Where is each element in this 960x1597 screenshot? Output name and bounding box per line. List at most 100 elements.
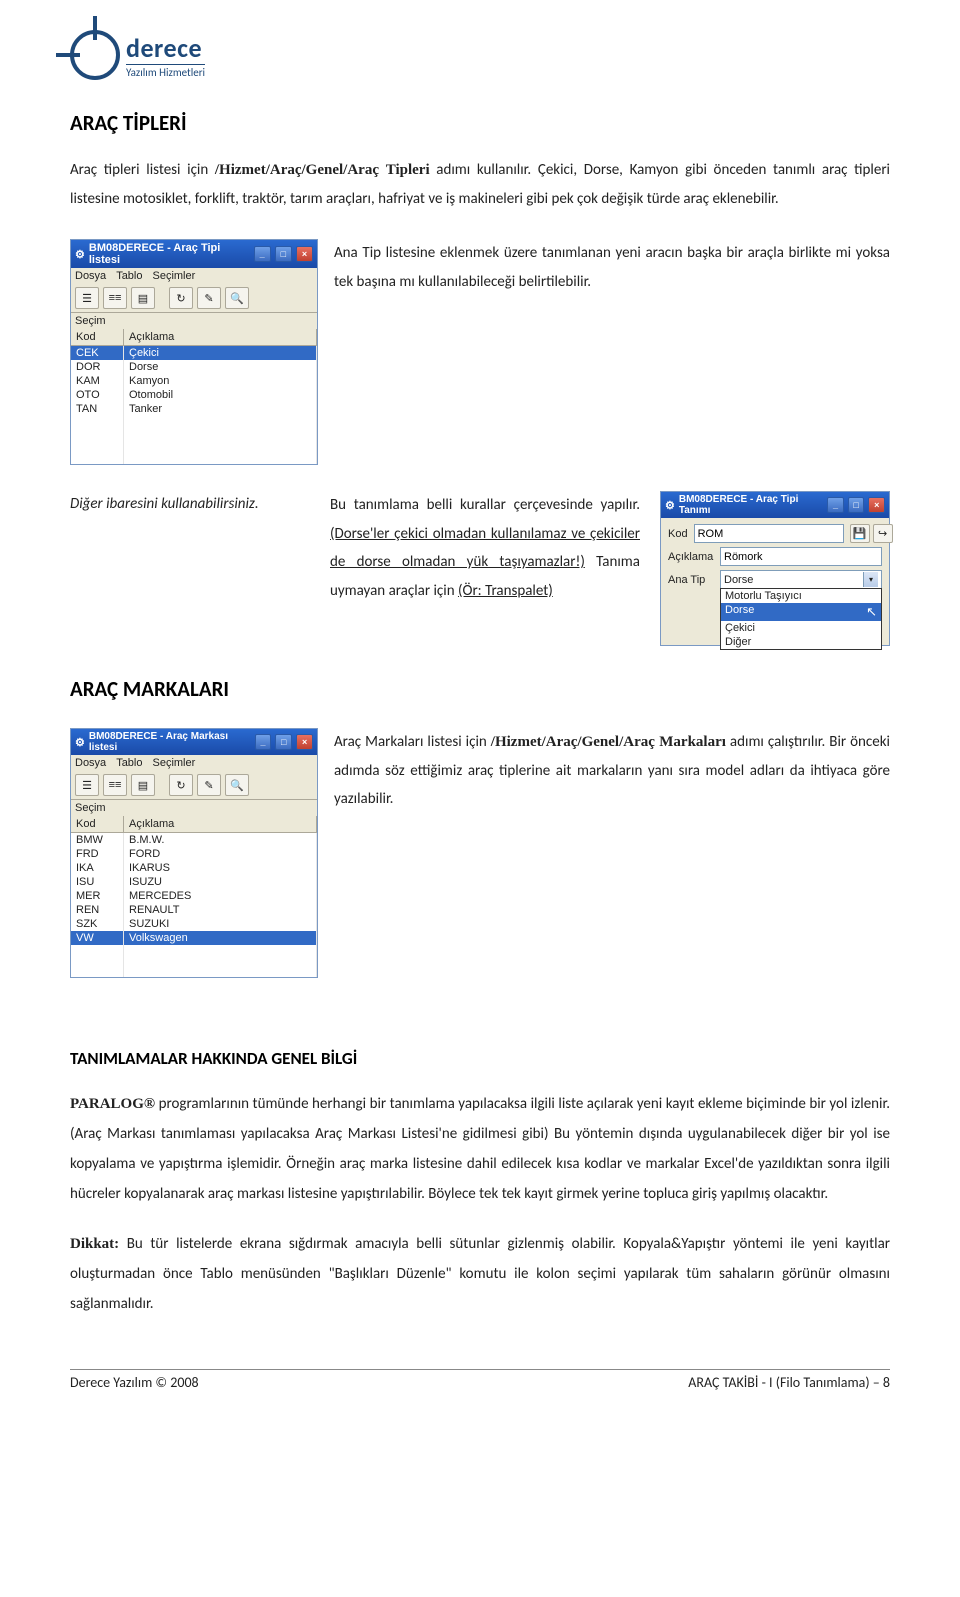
path-arac-tipleri: /Hizmet/Araç/Genel/Araç Tipleri [215, 162, 430, 178]
table-row[interactable]: CEKÇekici [71, 346, 317, 361]
label-dikkat: Dikkat: [70, 1236, 119, 1252]
tool-refresh-icon[interactable]: ↻ [169, 287, 193, 309]
table-row[interactable]: MERMERCEDES [71, 889, 317, 903]
titlebar[interactable]: ⚙ BM08DERECE - Araç Tipi Tanımı _ □ × [661, 492, 889, 518]
col-kod[interactable]: Kod [71, 329, 124, 346]
brand-paralog: PARALOG® [70, 1096, 155, 1112]
save-icon[interactable]: 💾 [850, 524, 870, 543]
para-ana-tip: Ana Tip listesine eklenmek üzere tanımla… [334, 239, 890, 296]
table-row-empty [71, 416, 317, 432]
caption-diger: Diğer ibaresini kullanabilirsiniz. [70, 495, 259, 513]
input-aciklama[interactable] [720, 547, 882, 566]
para-markalar: Araç Markaları listesi için /Hizmet/Araç… [334, 728, 890, 814]
table-row[interactable]: IKAIKARUS [71, 861, 317, 875]
menubar: Dosya Tablo Seçimler [71, 268, 317, 284]
dropdown-option-selected[interactable]: Dorse↖ [721, 603, 881, 621]
cursor-icon: ↖ [866, 604, 877, 620]
table-row[interactable]: KAMKamyon [71, 374, 317, 388]
app-icon: ⚙ [75, 248, 85, 261]
tool-note-icon[interactable]: ✎ [197, 774, 221, 796]
section-label: Seçim [71, 313, 317, 329]
dropdown-option[interactable]: Motorlu Taşıyıcı [721, 589, 881, 603]
table-row[interactable]: DORDorse [71, 360, 317, 374]
dropdown-option[interactable]: Diğer [721, 635, 881, 649]
close-button[interactable]: × [296, 734, 313, 750]
tool-cards-icon[interactable]: ▤ [131, 774, 155, 796]
minimize-button[interactable]: _ [827, 497, 844, 513]
menu-dosya[interactable]: Dosya [75, 757, 106, 769]
table-row-empty [71, 448, 317, 464]
table-row[interactable]: VWVolkswagen [71, 931, 317, 945]
para-tanimlama: Bu tanımlama belli kurallar çerçevesinde… [330, 491, 640, 605]
exit-icon[interactable]: ↪ [873, 524, 893, 543]
app-icon: ⚙ [75, 736, 85, 749]
heading-genel-bilgi: TANIMLAMALAR HAKKINDA GENEL BİLGİ [70, 1048, 890, 1069]
col-aciklama[interactable]: Açıklama [124, 816, 317, 833]
menu-dosya[interactable]: Dosya [75, 270, 106, 282]
chevron-down-icon[interactable]: ▾ [863, 572, 878, 587]
window-title: BM08DERECE - Araç Tipi Tanımı [679, 494, 819, 516]
table-row-empty [71, 961, 317, 977]
table-row[interactable]: SZKSUZUKI [71, 917, 317, 931]
titlebar[interactable]: ⚙ BM08DERECE - Araç Tipi listesi _ □ × [71, 240, 317, 268]
para-paralog: PARALOG® programlarının tümünde herhangi… [70, 1089, 890, 1209]
table-row-empty [71, 945, 317, 961]
maximize-button[interactable]: □ [275, 734, 292, 750]
menubar: Dosya Tablo Seçimler [71, 755, 317, 771]
minimize-button[interactable]: _ [254, 246, 271, 262]
window-arac-markasi-listesi: ⚙ BM08DERECE - Araç Markası listesi _ □ … [70, 728, 318, 978]
table-row[interactable]: TANTanker [71, 402, 317, 416]
close-button[interactable]: × [296, 246, 313, 262]
minimize-button[interactable]: _ [255, 734, 272, 750]
logo-brand: derece [126, 32, 205, 64]
tool-note-icon[interactable]: ✎ [197, 287, 221, 309]
path-arac-markalari: /Hizmet/Araç/Genel/Araç Markaları [491, 734, 726, 750]
tool-search-icon[interactable]: 🔍 [225, 287, 249, 309]
menu-secimler[interactable]: Seçimler [152, 270, 195, 282]
label-aciklama: Açıklama [668, 551, 714, 563]
tool-list-icon[interactable]: ≡≡ [103, 774, 127, 796]
tool-refresh-icon[interactable]: ↻ [169, 774, 193, 796]
heading-arac-tipleri: ARAÇ TİPLERİ [70, 110, 890, 136]
footer-left: Derece Yazılım © 2008 [70, 1374, 199, 1391]
menu-tablo[interactable]: Tablo [116, 270, 142, 282]
table-row[interactable]: OTOOtomobil [71, 388, 317, 402]
window-arac-tipi-listesi: ⚙ BM08DERECE - Araç Tipi listesi _ □ × D… [70, 239, 318, 465]
dropdown-option[interactable]: Çekici [721, 621, 881, 635]
dropdown-list: Motorlu Taşıyıcı Dorse↖ Çekici Diğer [720, 588, 882, 650]
tool-view-icon[interactable]: ☰ [75, 774, 99, 796]
data-table: KodAçıklama CEKÇekiciDORDorseKAMKamyonOT… [71, 329, 317, 464]
footer: Derece Yazılım © 2008 ARAÇ TAKİBİ - I (F… [70, 1369, 890, 1391]
tool-view-icon[interactable]: ☰ [75, 287, 99, 309]
logo-tagline: Yazılım Hizmetleri [126, 64, 205, 79]
menu-tablo[interactable]: Tablo [116, 757, 142, 769]
window-arac-tipi-tanimi: ⚙ BM08DERECE - Araç Tipi Tanımı _ □ × Ko… [660, 491, 890, 646]
logo: derece Yazılım Hizmetleri [70, 30, 890, 80]
table-row[interactable]: FRDFORD [71, 847, 317, 861]
maximize-button[interactable]: □ [848, 497, 865, 513]
tool-list-icon[interactable]: ≡≡ [103, 287, 127, 309]
heading-arac-markalari: ARAÇ MARKALARI [70, 676, 890, 702]
close-button[interactable]: × [868, 497, 885, 513]
table-row-empty [71, 432, 317, 448]
col-aciklama[interactable]: Açıklama [124, 329, 317, 346]
table-row[interactable]: RENRENAULT [71, 903, 317, 917]
data-table: KodAçıklama BMWB.M.W.FRDFORDIKAIKARUSISU… [71, 816, 317, 977]
window-title: BM08DERECE - Araç Tipi listesi [89, 242, 246, 266]
input-kod[interactable] [694, 524, 844, 543]
col-kod[interactable]: Kod [71, 816, 124, 833]
label-kod: Kod [668, 528, 688, 540]
section-label: Seçim [71, 800, 317, 816]
label-ana-tip: Ana Tip [668, 574, 714, 586]
logo-mark [70, 30, 120, 80]
intro-paragraph: Araç tipleri listesi için /Hizmet/Araç/G… [70, 156, 890, 213]
table-row[interactable]: ISUISUZU [71, 875, 317, 889]
menu-secimler[interactable]: Seçimler [152, 757, 195, 769]
titlebar[interactable]: ⚙ BM08DERECE - Araç Markası listesi _ □ … [71, 729, 317, 755]
table-row[interactable]: BMWB.M.W. [71, 833, 317, 848]
maximize-button[interactable]: □ [275, 246, 292, 262]
window-title: BM08DERECE - Araç Markası listesi [89, 731, 247, 753]
tool-cards-icon[interactable]: ▤ [131, 287, 155, 309]
tool-search-icon[interactable]: 🔍 [225, 774, 249, 796]
dropdown-ana-tip[interactable]: Dorse▾ Motorlu Taşıyıcı Dorse↖ Çekici Di… [720, 570, 882, 589]
